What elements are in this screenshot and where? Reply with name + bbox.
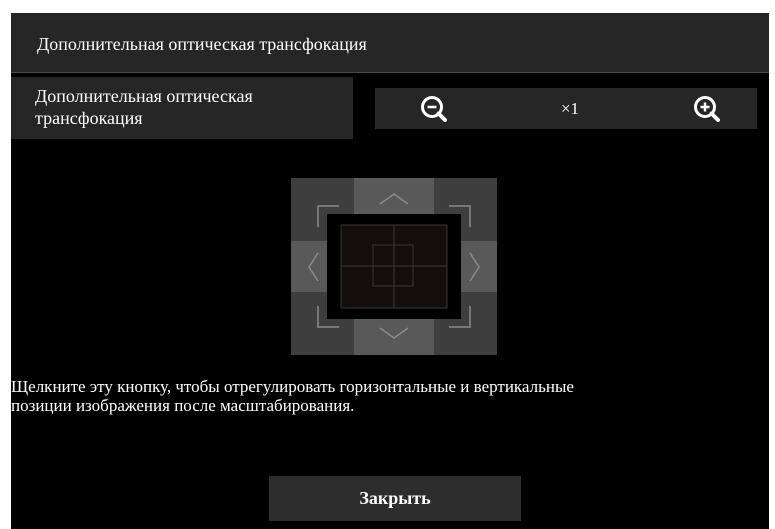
zoom-label: Дополнительная оптическая трансфокация bbox=[35, 86, 253, 128]
zoom-in-icon bbox=[694, 96, 720, 122]
instructions-text: Щелкните эту кнопку, чтобы отрегулироват… bbox=[11, 377, 574, 415]
zoom-level-value: ×1 bbox=[560, 99, 580, 118]
view-area-icon bbox=[340, 224, 448, 309]
zoom-out-icon bbox=[421, 96, 447, 122]
dialog-title: Дополнительная оптическая трансфокация bbox=[37, 34, 367, 54]
pan-control-pad bbox=[291, 178, 497, 355]
zoom-view-frame bbox=[327, 214, 461, 319]
dialog-title-bar: Дополнительная оптическая трансфокация bbox=[11, 13, 769, 73]
zoom-label-cell: Дополнительная оптическая трансфокация bbox=[11, 77, 353, 139]
zoom-dialog: Дополнительная оптическая трансфокация Д… bbox=[11, 13, 769, 529]
zoom-in-button[interactable] bbox=[690, 92, 724, 126]
zoom-controls: ×1 bbox=[375, 88, 757, 129]
extra-optical-zoom-row: Дополнительная оптическая трансфокация ×… bbox=[11, 77, 769, 139]
close-button[interactable]: Закрыть bbox=[269, 476, 521, 521]
zoom-out-button[interactable] bbox=[417, 92, 451, 126]
